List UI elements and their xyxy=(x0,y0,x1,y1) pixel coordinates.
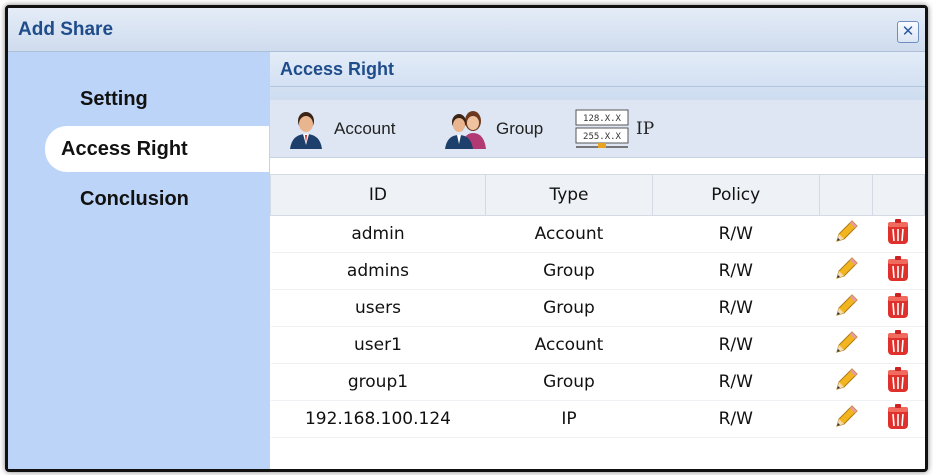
pencil-icon[interactable] xyxy=(833,293,859,324)
cell-type: IP xyxy=(485,400,653,438)
cell-policy: R/W xyxy=(652,215,819,253)
sidebar-item-access-right[interactable]: Access Right xyxy=(45,126,269,172)
close-icon: ✕ xyxy=(901,22,915,40)
cell-edit xyxy=(819,326,873,364)
cell-edit xyxy=(819,400,873,438)
trash-icon[interactable] xyxy=(885,329,911,362)
sidebar-item-label: Access Right xyxy=(61,138,188,160)
sidebar-item-setting[interactable]: Setting xyxy=(46,76,270,122)
cell-policy: R/W xyxy=(652,400,819,438)
cell-type: Account xyxy=(485,215,653,253)
column-header-edit xyxy=(818,174,873,216)
cell-edit xyxy=(819,289,873,327)
table-row[interactable]: group1 Group R/W xyxy=(270,363,925,401)
cell-delete xyxy=(872,215,925,253)
ip-label: IP xyxy=(636,119,655,139)
wizard-sidebar: Setting Access Right Conclusion xyxy=(8,52,270,469)
cell-id: user1 xyxy=(270,326,486,364)
cell-delete xyxy=(872,326,925,364)
close-button[interactable]: ✕ xyxy=(897,21,919,43)
section-divider xyxy=(270,86,925,87)
cell-delete xyxy=(872,363,925,401)
cell-policy: R/W xyxy=(652,363,819,401)
cell-edit xyxy=(819,215,873,253)
table-row[interactable]: 192.168.100.124 IP R/W xyxy=(270,400,925,438)
dialog-title: Add Share xyxy=(18,19,114,40)
main-panel: Access Right Account Group 128.X.X 255.X… xyxy=(270,52,925,469)
column-header-delete xyxy=(871,174,925,216)
trash-icon[interactable] xyxy=(885,366,911,399)
cell-id: 192.168.100.124 xyxy=(270,400,486,438)
sidebar-item-label: Conclusion xyxy=(80,188,189,210)
cell-id: admins xyxy=(270,252,486,290)
add-account-button[interactable]: Account xyxy=(284,110,396,149)
section-title: Access Right xyxy=(280,59,395,79)
trash-icon[interactable] xyxy=(885,292,911,325)
table-row[interactable]: admin Account R/W xyxy=(270,215,925,253)
cell-id: users xyxy=(270,289,486,327)
trash-icon[interactable] xyxy=(885,255,911,288)
pencil-icon[interactable] xyxy=(833,256,859,287)
table-row[interactable]: users Group R/W xyxy=(270,289,925,327)
cell-type: Group xyxy=(485,363,653,401)
access-toolbar: Account Group 128.X.X 255.X.X IP xyxy=(270,100,925,158)
cell-edit xyxy=(819,363,873,401)
cell-type: Account xyxy=(485,326,653,364)
add-group-button[interactable]: Group xyxy=(442,110,544,149)
section-header: Access Right xyxy=(270,52,925,100)
table-header-row: ID Type Policy xyxy=(270,174,925,216)
cell-policy: R/W xyxy=(652,252,819,290)
cell-delete xyxy=(872,252,925,290)
add-ip-button[interactable]: 128.X.X 255.X.X IP xyxy=(574,109,655,148)
pencil-icon[interactable] xyxy=(833,219,859,250)
cell-id: admin xyxy=(270,215,486,253)
pencil-icon[interactable] xyxy=(833,330,859,361)
group-label: Group xyxy=(496,119,544,138)
column-header-policy[interactable]: Policy xyxy=(652,174,820,216)
sidebar-item-label: Setting xyxy=(80,88,148,110)
pencil-icon[interactable] xyxy=(833,367,859,398)
trash-icon[interactable] xyxy=(885,218,911,251)
account-label: Account xyxy=(334,119,396,138)
access-rights-table: ID Type Policy admin Account R/W admins … xyxy=(270,174,925,438)
add-share-dialog: Add Share ✕ Setting Access Right Conclus… xyxy=(5,5,928,472)
cell-id: group1 xyxy=(270,363,486,401)
table-row[interactable]: user1 Account R/W xyxy=(270,326,925,364)
cell-delete xyxy=(872,400,925,438)
ip-address-icon: 128.X.X 255.X.X xyxy=(575,109,629,148)
cell-edit xyxy=(819,252,873,290)
trash-icon[interactable] xyxy=(885,403,911,436)
ip-icon-line1: 128.X.X xyxy=(583,114,622,124)
cell-type: Group xyxy=(485,289,653,327)
pencil-icon[interactable] xyxy=(833,404,859,435)
ip-icon-line2: 255.X.X xyxy=(583,132,622,142)
cell-policy: R/W xyxy=(652,289,819,327)
cell-type: Group xyxy=(485,252,653,290)
group-icon xyxy=(445,111,486,149)
column-header-type[interactable]: Type xyxy=(484,174,654,216)
sidebar-item-conclusion[interactable]: Conclusion xyxy=(46,176,270,222)
column-header-id[interactable]: ID xyxy=(270,174,486,216)
account-icon xyxy=(290,112,322,149)
cell-delete xyxy=(872,289,925,327)
table-row[interactable]: admins Group R/W xyxy=(270,252,925,290)
cell-policy: R/W xyxy=(652,326,819,364)
title-bar: Add Share ✕ xyxy=(8,8,925,52)
